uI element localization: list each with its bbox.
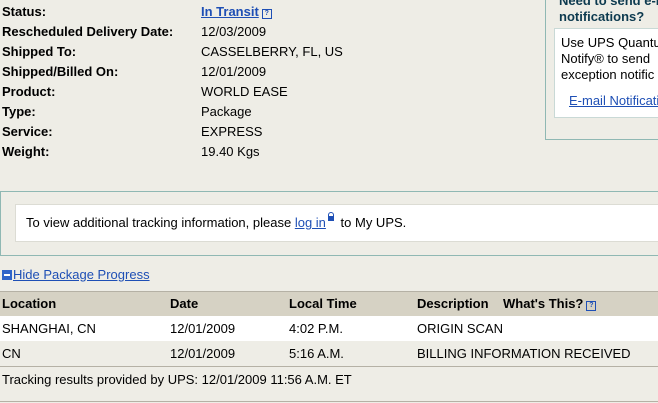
login-prompt-panel: To view additional tracking information,… xyxy=(15,204,658,242)
detail-label: Weight: xyxy=(2,144,50,159)
lock-icon xyxy=(327,212,334,221)
collapse-icon[interactable] xyxy=(2,270,12,280)
login-prompt-text: To view additional tracking information,… xyxy=(26,212,407,230)
divider xyxy=(0,401,658,402)
cell-date: 12/01/2009 xyxy=(170,346,236,361)
login-prompt-box: To view additional tracking information,… xyxy=(0,191,658,256)
notification-body-line: Notify® to send xyxy=(561,51,651,66)
cell-location: SHANGHAI, CN xyxy=(2,321,96,336)
detail-value: 19.40 Kgs xyxy=(201,144,260,159)
detail-weight: Weight: 19.40 Kgs xyxy=(2,142,522,162)
notification-body: Use UPS Quantu Notify® to send exception… xyxy=(561,35,658,83)
cell-location: CN xyxy=(2,346,21,361)
notification-body-line: exception notific xyxy=(561,67,655,82)
notification-body-line: Use UPS Quantu xyxy=(561,35,658,50)
detail-shipped-to: Shipped To: CASSELBERRY, FL, US xyxy=(2,42,522,62)
detail-label: Rescheduled Delivery Date: xyxy=(2,24,174,39)
cell-date: 12/01/2009 xyxy=(170,321,236,336)
whats-this-label[interactable]: What's This? xyxy=(503,296,583,311)
table-row: SHANGHAI, CN 12/01/2009 4:02 P.M. ORIGIN… xyxy=(0,316,658,341)
login-link[interactable]: log in xyxy=(295,215,326,230)
email-notification-link[interactable]: E-mail Notificati xyxy=(569,93,658,108)
detail-delivery-date: Rescheduled Delivery Date: 12/03/2009 xyxy=(2,22,522,42)
detail-value: 12/01/2009 xyxy=(201,64,267,79)
cell-local-time: 5:16 A.M. xyxy=(289,346,344,361)
hide-package-progress-link[interactable]: Hide Package Progress xyxy=(13,267,150,282)
detail-value: Package xyxy=(201,104,252,119)
detail-product: Product: WORLD EASE xyxy=(2,82,522,102)
cell-description: ORIGIN SCAN xyxy=(417,321,503,336)
detail-status: Status: In Transit? xyxy=(2,2,522,22)
detail-label: Product: xyxy=(2,84,56,99)
column-header-description: Description xyxy=(417,296,489,311)
shipment-details: Status: In Transit? Rescheduled Delivery… xyxy=(2,2,522,162)
detail-value: CASSELBERRY, FL, US xyxy=(201,44,343,59)
detail-value: 12/03/2009 xyxy=(201,24,267,39)
detail-label: Service: xyxy=(2,124,53,139)
help-icon[interactable]: ? xyxy=(261,9,272,19)
table-header-row: Location Date Local Time Description Wha… xyxy=(0,291,658,316)
column-header-local-time: Local Time xyxy=(289,296,357,311)
table-row: CN 12/01/2009 5:16 A.M. BILLING INFORMAT… xyxy=(0,341,658,366)
detail-label: Shipped To: xyxy=(2,44,77,59)
package-progress-table: Location Date Local Time Description Wha… xyxy=(0,291,658,366)
status-link[interactable]: In Transit xyxy=(201,4,259,19)
cell-local-time: 4:02 P.M. xyxy=(289,321,343,336)
cell-description: BILLING INFORMATION RECEIVED xyxy=(417,346,631,361)
column-header-location: Location xyxy=(2,296,57,311)
detail-value: EXPRESS xyxy=(201,124,263,139)
detail-label: Status: xyxy=(2,4,47,19)
notification-heading-line: notifications? xyxy=(559,9,645,24)
status-value: In Transit? xyxy=(201,2,272,22)
notification-heading: Need to send e-m notifications? xyxy=(559,0,658,25)
help-icon[interactable]: ? xyxy=(586,301,597,311)
detail-type: Type: Package xyxy=(2,102,522,122)
notification-promo-box: Need to send e-m notifications? Use UPS … xyxy=(545,0,658,140)
notification-heading-line: Need to send e-m xyxy=(559,0,658,8)
detail-value: WORLD EASE xyxy=(201,84,288,99)
login-prompt-before: To view additional tracking information,… xyxy=(26,215,292,230)
login-prompt-after: to My UPS. xyxy=(340,215,407,230)
whats-this-help[interactable]: What's This?? xyxy=(503,292,597,316)
detail-shipped-on: Shipped/Billed On: 12/01/2009 xyxy=(2,62,522,82)
tracking-footer: Tracking results provided by UPS: 12/01/… xyxy=(0,366,658,394)
column-header-date: Date xyxy=(170,296,199,311)
hide-package-progress-toggle[interactable]: Hide Package Progress xyxy=(2,267,150,282)
detail-label: Shipped/Billed On: xyxy=(2,64,119,79)
detail-label: Type: xyxy=(2,104,36,119)
detail-service: Service: EXPRESS xyxy=(2,122,522,142)
